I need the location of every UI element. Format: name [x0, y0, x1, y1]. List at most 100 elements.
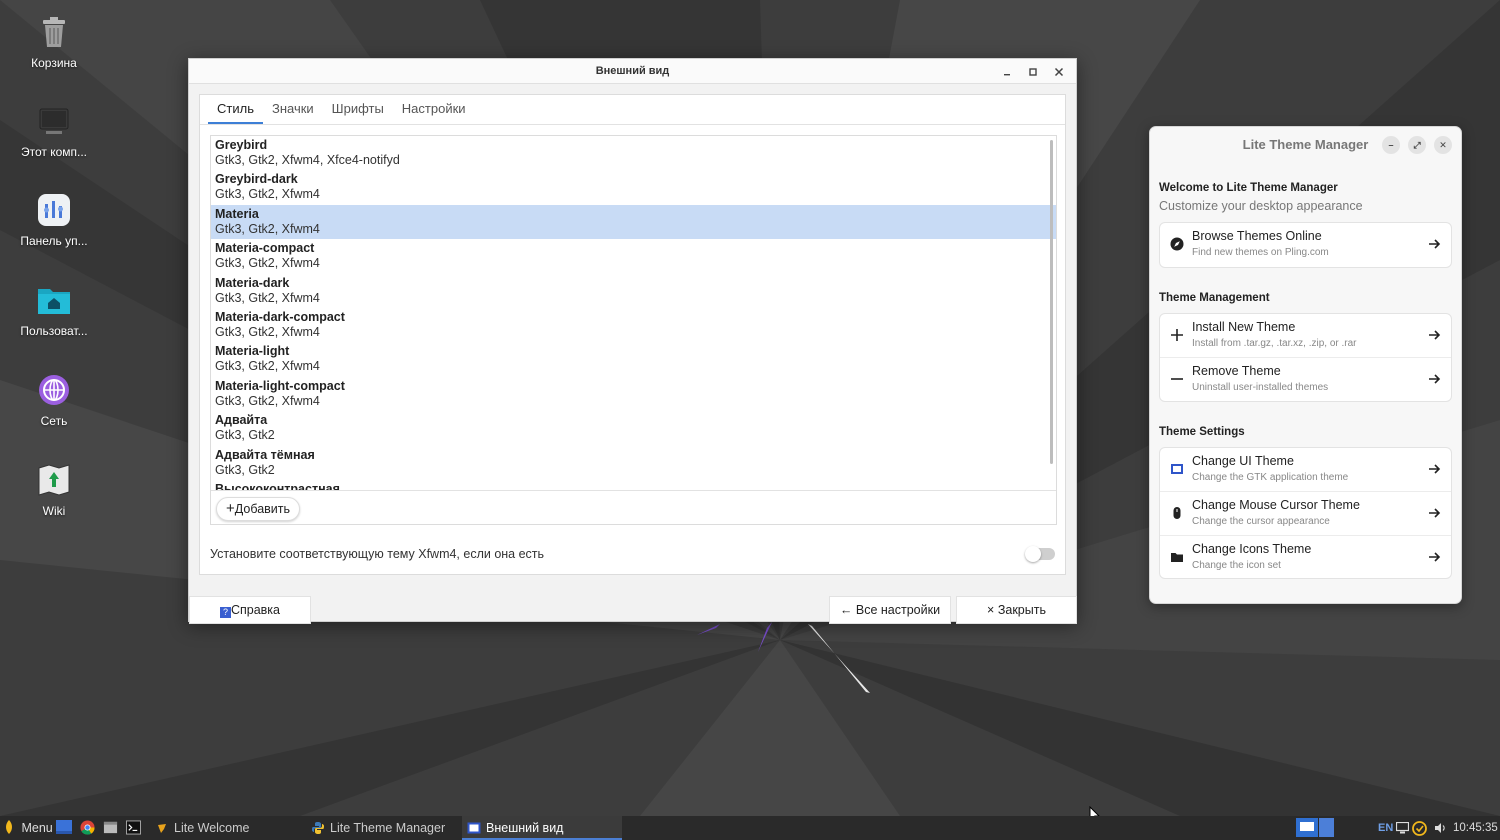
theme-item-materia-light-compact[interactable]: Materia-light-compact Gtk3, Gtk2, Xfwm4	[211, 377, 1056, 411]
theme-desc: Gtk3, Gtk2, Xfwm4	[215, 324, 320, 339]
tm-close-button[interactable]: ✕	[1434, 136, 1452, 154]
chrome-launcher[interactable]	[80, 820, 95, 840]
add-theme-button[interactable]: +Добавить	[216, 497, 301, 521]
theme-list-footer: +Добавить	[211, 490, 1056, 524]
desktop-icon	[56, 820, 72, 834]
minimize-button[interactable]	[996, 59, 1018, 84]
volume-tray-button[interactable]	[1434, 822, 1447, 840]
all-settings-label: Все настройки	[855, 603, 941, 617]
minus-icon	[1169, 371, 1185, 387]
workspace-icon	[1296, 818, 1334, 837]
trash-icon	[43, 17, 65, 47]
compass-icon	[1169, 236, 1185, 252]
plus-icon	[1169, 327, 1185, 343]
change-cursor-theme-sub: Change the cursor appearance	[1192, 516, 1330, 527]
show-desktop-button[interactable]	[56, 820, 72, 840]
theme-item-materia-dark[interactable]: Materia-dark Gtk3, Gtk2, Xfwm4	[211, 274, 1056, 308]
taskbar-app-appearance[interactable]: Внешний вид	[462, 816, 622, 840]
arrow-right-icon	[1429, 551, 1441, 562]
theme-desc: Gtk3, Gtk2, Xfwm4	[215, 393, 320, 408]
clock[interactable]: 10:45:35	[1453, 816, 1498, 840]
linux-lite-logo-icon	[6, 820, 12, 834]
mouse-icon	[1169, 505, 1185, 521]
theme-item-high-contrast[interactable]: Высококонтрастная	[211, 480, 1056, 490]
theme-item-adwaita-dark[interactable]: Адвайта тёмная Gtk3, Gtk2	[211, 446, 1056, 480]
desktop-icon-home[interactable]: Пользоват...	[8, 280, 100, 338]
maximize-icon	[1029, 67, 1037, 76]
theme-desc: Gtk3, Gtk2, Xfwm4	[215, 359, 320, 374]
maximize-button[interactable]	[1022, 59, 1044, 84]
theme-item-greybird-dark[interactable]: Greybird-dark Gtk3, Gtk2, Xfwm4	[211, 170, 1056, 204]
network-tray-button[interactable]	[1396, 822, 1409, 840]
xfwm-theme-toggle[interactable]	[1025, 546, 1055, 562]
files-launcher[interactable]	[103, 820, 118, 840]
desktop-icon-trash[interactable]: Корзина	[8, 12, 100, 70]
lite-welcome-icon	[158, 824, 166, 833]
browse-card: Browse Themes Online Find new themes on …	[1159, 222, 1452, 268]
theme-manager-titlebar[interactable]: Lite Theme Manager – ⤢ ✕	[1150, 127, 1461, 163]
workspace-switcher[interactable]	[1296, 818, 1336, 840]
desktop-icon-network[interactable]: Сеть	[8, 370, 100, 428]
install-theme-row[interactable]: Install New Theme Install from .tar.gz, …	[1160, 314, 1451, 358]
tab-bar: Стиль Значки Шрифты Настройки	[200, 95, 1065, 125]
arrow-right-icon	[1429, 329, 1441, 340]
change-cursor-theme-row[interactable]: Change Mouse Cursor Theme Change the cur…	[1160, 491, 1451, 535]
theme-name: Materia-compact	[215, 241, 315, 256]
updates-tray-button[interactable]	[1412, 821, 1427, 840]
theme-item-greybird[interactable]: Greybird Gtk3, Gtk2, Xfwm4, Xfce4-notify…	[211, 136, 1056, 170]
add-theme-label: Добавить	[234, 502, 291, 516]
tab-label: Стиль	[217, 101, 254, 116]
theme-name: Адвайта тёмная	[215, 447, 315, 462]
tm-minimize-button[interactable]: –	[1382, 136, 1400, 154]
tab-icons[interactable]: Значки	[263, 95, 323, 124]
theme-name: Materia-dark-compact	[215, 309, 345, 324]
theme-item-adwaita[interactable]: Адвайта Gtk3, Gtk2	[211, 411, 1056, 445]
tab-fonts[interactable]: Шрифты	[323, 95, 393, 124]
theme-manager-window: Lite Theme Manager – ⤢ ✕ Welcome to Lite…	[1149, 126, 1462, 604]
window-titlebar[interactable]: Внешний вид	[189, 59, 1076, 84]
change-cursor-theme-title: Change Mouse Cursor Theme	[1192, 498, 1360, 512]
theme-list-scrollbar[interactable]	[1050, 140, 1053, 464]
terminal-launcher[interactable]	[126, 820, 141, 840]
all-settings-button[interactable]: ← Все настройки	[829, 596, 951, 624]
help-button[interactable]: ? Справка	[189, 596, 311, 624]
change-icons-theme-title: Change Icons Theme	[1192, 541, 1312, 556]
theme-item-materia-compact[interactable]: Materia-compact Gtk3, Gtk2, Xfwm4	[211, 239, 1056, 273]
tm-maximize-button[interactable]: ⤢	[1408, 136, 1426, 154]
start-menu-button[interactable]: Menu	[4, 816, 53, 840]
appearance-icon	[467, 822, 481, 834]
close-window-button[interactable]	[1048, 59, 1070, 84]
desktop-icon-label: Корзина	[31, 56, 77, 70]
change-ui-theme-sub: Change the GTK application theme	[1192, 471, 1349, 483]
plus-icon: +	[226, 500, 235, 517]
tab-style[interactable]: Стиль	[208, 95, 263, 124]
desktop-icon-wiki[interactable]: Wiki	[8, 460, 100, 518]
change-icons-theme-row[interactable]: Change Icons Theme Change the icon set	[1160, 534, 1451, 579]
theme-item-materia[interactable]: Materia Gtk3, Gtk2, Xfwm4	[211, 204, 1056, 240]
theme-name: Materia-dark	[215, 275, 290, 290]
change-ui-theme-row[interactable]: Change UI Theme Change the GTK applicati…	[1160, 448, 1451, 492]
tab-label: Значки	[271, 101, 314, 116]
remove-theme-sub: Uninstall user-installed themes	[1192, 382, 1329, 393]
desktop-icon-label: Сеть	[40, 414, 68, 428]
theme-list[interactable]: Greybird Gtk3, Gtk2, Xfwm4, Xfce4-notify…	[211, 136, 1056, 490]
arrow-right-icon	[1429, 239, 1441, 249]
theme-desc: Gtk3, Gtk2	[215, 462, 275, 477]
taskbar-app-lite-welcome[interactable]: Lite Welcome	[150, 816, 300, 840]
theme-item-materia-light[interactable]: Materia-light Gtk3, Gtk2, Xfwm4	[211, 342, 1056, 376]
file-manager-icon	[103, 821, 118, 834]
keyboard-layout-indicator[interactable]: EN	[1378, 816, 1393, 840]
close-button[interactable]: × Закрыть	[956, 596, 1077, 624]
taskbar-app-label: Внешний вид	[486, 821, 564, 835]
remove-theme-row[interactable]: Remove Theme Uninstall user-installed th…	[1160, 357, 1451, 401]
close-icon	[1054, 67, 1064, 76]
tab-settings[interactable]: Настройки	[393, 95, 475, 124]
tab-label: Настройки	[401, 101, 466, 116]
desktop-icon-computer[interactable]: Этот комп...	[8, 101, 100, 159]
theme-item-materia-dark-compact[interactable]: Materia-dark-compact Gtk3, Gtk2, Xfwm4	[211, 308, 1056, 342]
control-panel-icon	[38, 194, 70, 226]
browse-themes-row[interactable]: Browse Themes Online Find new themes on …	[1160, 223, 1451, 267]
desktop-icon-control-panel[interactable]: Панель уп...	[8, 190, 100, 248]
taskbar-app-theme-manager[interactable]: Lite Theme Manager	[306, 816, 460, 840]
network-icon	[39, 375, 69, 405]
